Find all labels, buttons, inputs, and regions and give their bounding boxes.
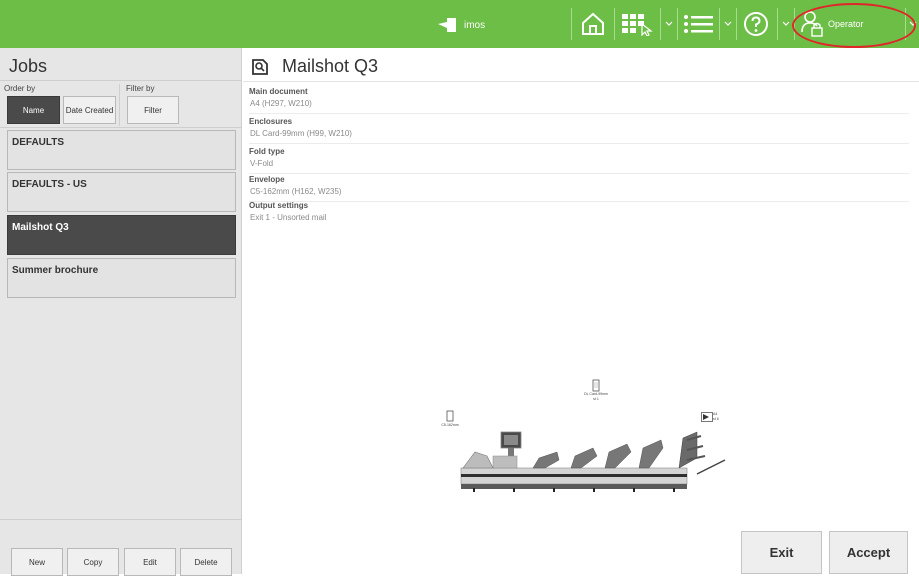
document-machine-label: A4 <box>713 412 718 416</box>
order-by-label: Order by <box>4 84 36 93</box>
detail-output-settings: Output settings Exit 1 - Unsorted mail <box>249 198 909 228</box>
document-machine-sublabel: st 6 <box>713 417 719 421</box>
chevron-down-icon[interactable] <box>908 16 918 32</box>
enclosure-machine-sublabel: st 1 <box>593 397 599 401</box>
envelope-marker-icon <box>446 410 454 422</box>
home-icon <box>582 12 604 35</box>
toolbar-divider <box>736 8 737 40</box>
detail-label: Output settings <box>249 201 309 210</box>
operator-button[interactable] <box>800 9 824 39</box>
brand-logo-icon <box>438 18 456 32</box>
inserter-machine-illustration <box>460 431 726 492</box>
toolbar-divider <box>794 8 795 40</box>
enclosure-machine-label: DL Card-99mm <box>584 392 608 396</box>
brand: imos <box>438 14 485 36</box>
toolbar-divider <box>677 8 678 40</box>
toolbar-divider <box>571 8 572 40</box>
help-icon <box>744 12 768 36</box>
job-list-item-defaults-us[interactable]: DEFAULTS - US <box>7 172 236 212</box>
envelope-machine-label: C5-162mm <box>441 423 459 427</box>
filter-by-label: Filter by <box>126 84 155 93</box>
toolbar-divider <box>719 8 720 40</box>
user-icon <box>801 11 823 37</box>
chevron-down-icon[interactable] <box>664 16 674 32</box>
chevron-down-icon[interactable] <box>781 16 791 32</box>
divider <box>0 127 242 128</box>
divider <box>119 84 120 126</box>
home-button[interactable] <box>578 9 608 39</box>
detail-label: Envelope <box>249 175 285 184</box>
jobs-title: Jobs <box>9 56 48 76</box>
detail-main-document: Main document A4 (H297, W210) <box>249 84 909 114</box>
toolbar-divider <box>905 8 906 40</box>
list-icon <box>684 15 713 33</box>
toolbar-divider <box>660 8 661 40</box>
grid-select-icon <box>622 14 653 36</box>
toolbar-divider <box>614 8 615 40</box>
top-bar: imos Operator <box>0 0 919 48</box>
list-button[interactable] <box>682 9 716 39</box>
document-marker-icon <box>701 412 713 422</box>
divider <box>0 80 242 81</box>
detail-fold-type: Fold type V-Fold <box>249 144 909 174</box>
help-button[interactable] <box>741 9 771 39</box>
copy-job-button[interactable]: Copy <box>67 548 119 576</box>
detail-label: Fold type <box>249 147 285 156</box>
filter-button[interactable]: Filter <box>127 96 179 124</box>
jobs-panel: Jobs Order by Filter by Name Date Create… <box>0 48 242 576</box>
job-list-item-defaults[interactable]: DEFAULTS <box>7 130 236 170</box>
job-list-item-summer-brochure[interactable]: Summer brochure <box>7 258 236 298</box>
job-title: Mailshot Q3 <box>282 56 379 76</box>
detail-value: A4 (H297, W210) <box>250 99 312 108</box>
edit-job-button[interactable]: Edit <box>124 548 176 576</box>
detail-value: V-Fold <box>250 159 274 168</box>
brand-name: imos <box>464 19 486 31</box>
job-detail-panel: Mailshot Q3 Main document A4 (H297, W210… <box>243 48 919 574</box>
enclosure-marker-icon <box>592 379 600 392</box>
divider <box>0 519 242 520</box>
document-search-icon <box>252 59 268 75</box>
new-job-button[interactable]: New <box>11 548 63 576</box>
detail-value: DL Card-99mm (H99, W210) <box>250 129 352 138</box>
toolbar-divider <box>777 8 778 40</box>
detail-label: Enclosures <box>249 117 293 126</box>
delete-job-button[interactable]: Delete <box>180 548 232 576</box>
order-by-name-button[interactable]: Name <box>7 96 60 124</box>
exit-button[interactable]: Exit <box>741 531 822 574</box>
chevron-down-icon[interactable] <box>723 16 733 32</box>
operator-label: Operator <box>828 19 864 29</box>
detail-enclosures: Enclosures DL Card-99mm (H99, W210) <box>249 114 909 144</box>
detail-label: Main document <box>249 87 308 96</box>
apps-button[interactable] <box>619 9 655 39</box>
divider <box>243 81 919 82</box>
order-by-date-button[interactable]: Date Created <box>63 96 116 124</box>
accept-button[interactable]: Accept <box>829 531 908 574</box>
job-list-item-mailshot-q3[interactable]: Mailshot Q3 <box>7 215 236 255</box>
detail-value: Exit 1 - Unsorted mail <box>250 213 327 222</box>
detail-value: C5-162mm (H162, W235) <box>250 187 342 196</box>
